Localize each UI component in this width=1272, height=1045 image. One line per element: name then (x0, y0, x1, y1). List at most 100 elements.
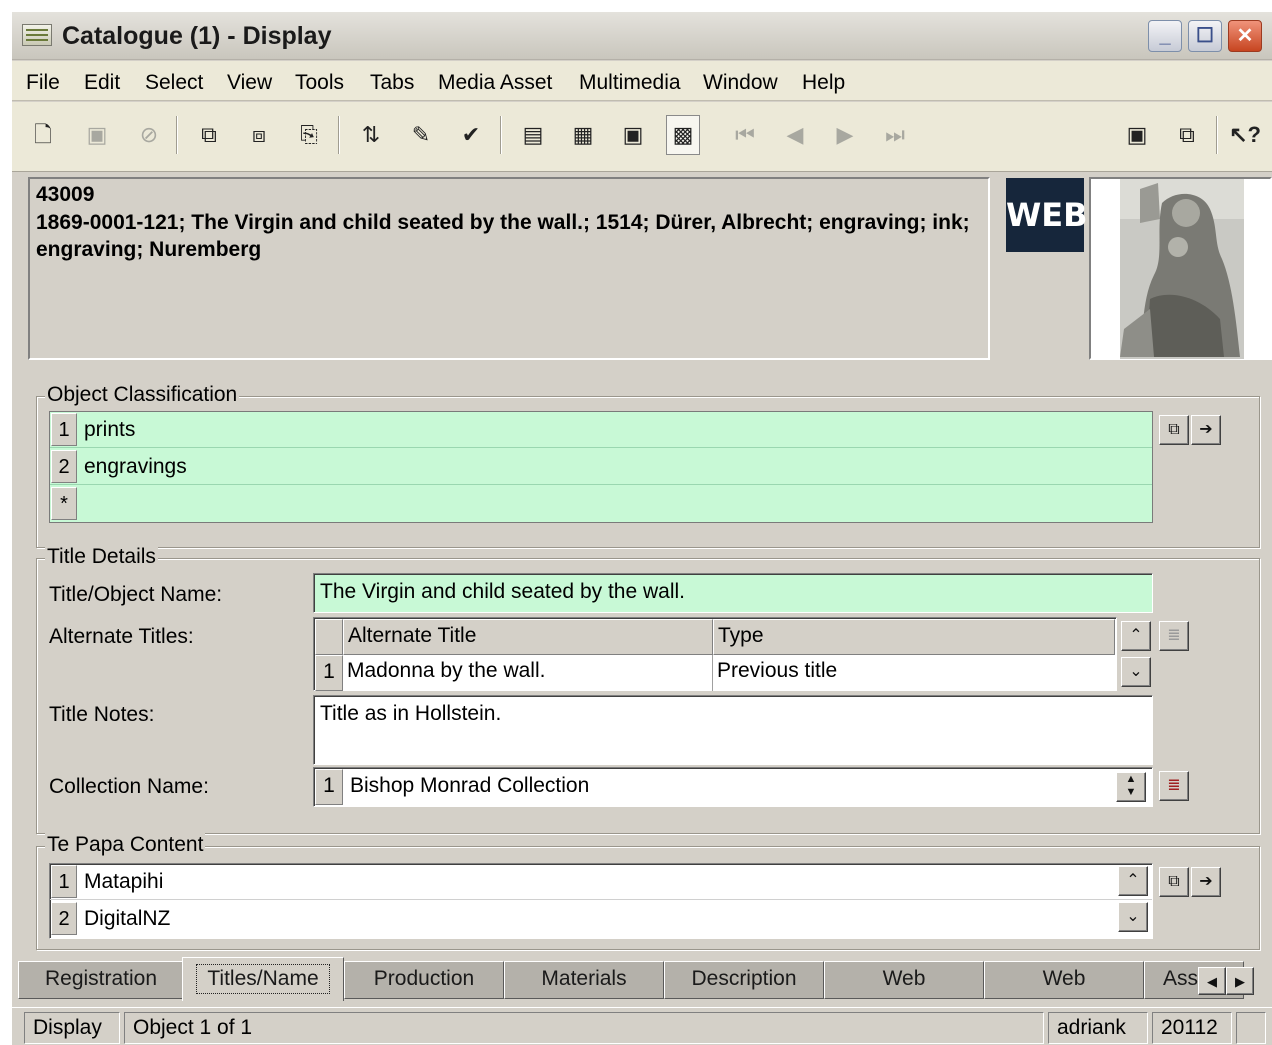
scroll-up-button[interactable]: ⌃ (1121, 621, 1151, 651)
menu-help[interactable]: Help (802, 71, 845, 95)
list-item[interactable]: 1 prints (50, 412, 1152, 448)
scroll-up-button[interactable]: ⌃ (1118, 866, 1148, 896)
last-record-icon[interactable]: ⏭ (878, 118, 912, 152)
menu-edit[interactable]: Edit (84, 71, 120, 95)
te-papa-content-group: Te Papa Content 1 Matapihi 2 DigitalNZ ⌃… (36, 833, 1260, 950)
menu-multimedia[interactable]: Multimedia (579, 71, 681, 95)
status-bar: Display Object 1 of 1 adriank 20112 (12, 1007, 1272, 1045)
new-record-icon[interactable]: 🗋 (26, 118, 60, 152)
edit-note-icon[interactable]: ✎ (404, 118, 438, 152)
title-notes-value: Title as in Hollstein. (320, 702, 502, 725)
collection-edit-icon[interactable]: ≣ (1159, 771, 1189, 801)
link-icon[interactable]: ➔ (1191, 867, 1221, 897)
resize-grip[interactable] (1236, 1012, 1266, 1044)
list-item[interactable]: 2 engravings (50, 449, 1152, 485)
row-number: 1 (315, 769, 343, 805)
menu-media-asset[interactable]: Media Asset (438, 71, 552, 95)
query-icon[interactable]: ⎘ (292, 118, 326, 152)
record-id: 43009 (36, 183, 95, 206)
web-badge[interactable]: WEB (1006, 178, 1088, 252)
row-number: 1 (51, 413, 77, 446)
collection-spinner[interactable]: ▲ ▼ (1116, 772, 1146, 802)
title-details-label: Title Details (45, 545, 158, 569)
menu-tabs[interactable]: Tabs (370, 71, 414, 95)
display-view-icon[interactable]: ▩ (666, 115, 700, 155)
attach-icon[interactable]: ▣ (1120, 118, 1154, 152)
expand-list-icon[interactable]: ≣ (1159, 621, 1189, 651)
open-record-icon[interactable]: ⧉ (192, 118, 226, 152)
object-classification-grid[interactable]: 1 prints 2 engravings * (49, 411, 1153, 523)
tab-registration[interactable]: Registration (18, 961, 184, 999)
new-row[interactable]: * (50, 486, 1152, 522)
lookup-icon[interactable]: ⧉ (1159, 867, 1189, 897)
context-help-icon[interactable]: ↖? (1228, 118, 1262, 152)
link-icon[interactable]: ➔ (1191, 415, 1221, 445)
copy-record-icon[interactable]: ⧉ (1170, 118, 1204, 152)
menu-select[interactable]: Select (145, 71, 203, 95)
maximize-button[interactable]: ☐ (1188, 20, 1222, 52)
find-record-icon[interactable]: ⧈ (242, 118, 276, 152)
title-details-group: Title Details Title/Object Name: The Vir… (36, 545, 1260, 834)
type-column-header[interactable]: Type (713, 619, 1115, 655)
grid-corner (315, 619, 343, 655)
alternate-title-cell[interactable]: Madonna by the wall. (343, 655, 713, 691)
row-number: 2 (51, 450, 77, 483)
object-classification-group: Object Classification 1 prints 2 engravi… (36, 383, 1260, 548)
window-title: Catalogue (1) - Display (62, 22, 332, 50)
thumbnail-frame[interactable] (1089, 177, 1272, 360)
artwork-thumbnail (1120, 179, 1244, 359)
first-record-icon[interactable]: ⏮ (728, 118, 762, 152)
list-item[interactable]: 1 Matapihi (50, 864, 1152, 900)
scroll-down-button[interactable]: ⌄ (1121, 657, 1151, 687)
menu-tools[interactable]: Tools (295, 71, 344, 95)
tab-production[interactable]: Production (344, 961, 504, 999)
list-view-icon[interactable]: ▤ (516, 118, 550, 152)
menu-bar: File Edit Select View Tools Tabs Media A… (12, 61, 1272, 101)
app-icon (22, 24, 52, 46)
tab-web-2[interactable]: Web (984, 961, 1144, 999)
lookup-icon[interactable]: ⧉ (1159, 415, 1189, 445)
row-number: 1 (315, 655, 343, 691)
collection-name-field[interactable]: 1 Bishop Monrad Collection ▲ ▼ (313, 767, 1153, 807)
sort-icon[interactable]: ⇅ (354, 118, 388, 152)
list-item[interactable]: 2 DigitalNZ (50, 901, 1152, 937)
tab-scroll-right-button[interactable]: ▶ (1226, 967, 1254, 995)
page-view-icon[interactable]: ▣ (616, 118, 650, 152)
title-notes-label: Title Notes: (49, 703, 155, 726)
scroll-down-button[interactable]: ⌄ (1118, 902, 1148, 932)
title-notes-field[interactable]: Title as in Hollstein. (313, 695, 1153, 765)
grid-view-icon[interactable]: ▦ (566, 118, 600, 152)
alternate-titles-grid[interactable]: Alternate Title Type 1 Madonna by the wa… (313, 617, 1117, 691)
tab-titles-name[interactable]: Titles/Name (182, 957, 344, 1001)
te-papa-content-grid[interactable]: 1 Matapihi 2 DigitalNZ ⌃ ⌄ (49, 863, 1153, 939)
previous-record-icon[interactable]: ◀ (778, 118, 812, 152)
te-papa-value[interactable]: Matapihi (84, 870, 163, 894)
title-object-name-value: The Virgin and child seated by the wall. (320, 580, 685, 603)
menu-window[interactable]: Window (703, 71, 778, 95)
row-number: 2 (51, 902, 77, 935)
tab-description[interactable]: Description (664, 961, 824, 999)
next-record-icon[interactable]: ▶ (828, 118, 862, 152)
close-button[interactable]: ✕ (1228, 20, 1262, 52)
alternate-titles-label: Alternate Titles: (49, 625, 194, 648)
menu-view[interactable]: View (227, 71, 272, 95)
toolbar: 🗋 ▣ ⊘ ⧉ ⧈ ⎘ ⇅ ✎ ✔ ▤ ▦ ▣ ▩ ⏮ ◀ ▶ ⏭ ▣ ⧉ ↖? (12, 102, 1272, 172)
alternate-title-column-header[interactable]: Alternate Title (343, 619, 713, 655)
tab-scroll-left-button[interactable]: ◀ (1198, 967, 1226, 995)
tab-label: Titles/Name (196, 964, 330, 994)
save-icon[interactable]: ▣ (80, 118, 114, 152)
tab-materials[interactable]: Materials (504, 961, 664, 999)
te-papa-value[interactable]: DigitalNZ (84, 907, 170, 931)
spellcheck-icon[interactable]: ✔ (454, 118, 488, 152)
classification-value[interactable]: prints (84, 418, 135, 442)
menu-file[interactable]: File (26, 71, 60, 95)
row-number: * (51, 487, 77, 520)
tab-web[interactable]: Web (824, 961, 984, 999)
cancel-icon[interactable]: ⊘ (132, 118, 166, 152)
status-code: 20112 (1152, 1012, 1232, 1044)
type-cell[interactable]: Previous title (713, 655, 1115, 691)
record-description: 1869-0001-121; The Virgin and child seat… (36, 211, 970, 261)
minimize-button[interactable]: _ (1148, 20, 1182, 52)
title-object-name-field[interactable]: The Virgin and child seated by the wall. (313, 573, 1153, 613)
classification-value[interactable]: engravings (84, 455, 187, 479)
